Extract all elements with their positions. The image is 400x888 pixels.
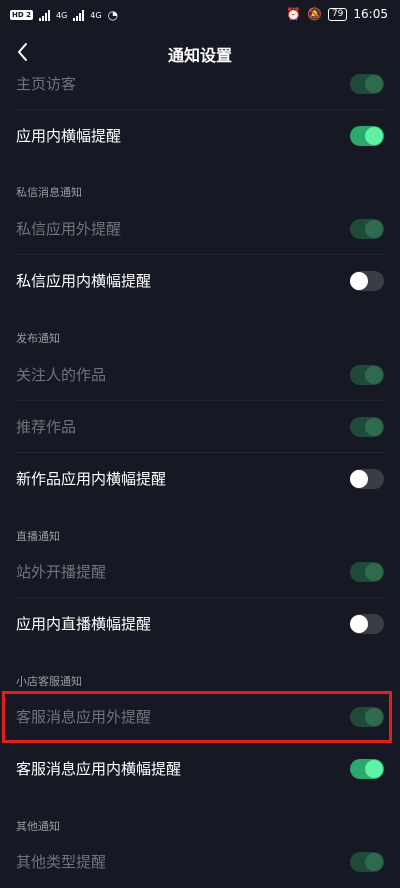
- setting-row-cs-in-app-banner: 客服消息应用内横幅提醒: [0, 743, 400, 795]
- setting-label: 私信应用外提醒: [16, 220, 122, 238]
- setting-label: 新作品应用内横幅提醒: [16, 470, 167, 488]
- section-header: 其他通知: [16, 820, 60, 833]
- setting-label: 私信应用内横幅提醒: [16, 272, 152, 290]
- setting-row-live-banner: 应用内直播横幅提醒: [0, 598, 400, 650]
- setting-row-new-works-banner: 新作品应用内横幅提醒: [0, 453, 400, 505]
- setting-label: 应用内直播横幅提醒: [16, 615, 152, 633]
- signal-icon-2: [73, 9, 85, 21]
- section-header: 小店客服通知: [16, 675, 82, 688]
- setting-label: 应用内横幅提醒: [16, 127, 122, 145]
- toggle-switch[interactable]: [350, 759, 384, 779]
- setting-label: 主页访客: [16, 75, 77, 93]
- setting-row-recommended-works: 推荐作品: [0, 401, 400, 453]
- signal-label-2: 4G: [90, 10, 102, 20]
- signal-label-1: 4G: [55, 10, 68, 20]
- toggle-switch: [350, 562, 384, 582]
- setting-row-followed-works: 关注人的作品: [0, 349, 400, 401]
- setting-label: 站外开播提醒: [16, 563, 107, 581]
- setting-row-dm-in-app-banner: 私信应用内横幅提醒: [0, 255, 400, 307]
- mute-icon: 🔕: [307, 7, 322, 21]
- toggle-switch: [350, 852, 384, 872]
- setting-label: 关注人的作品: [16, 366, 107, 384]
- status-right: ⏰ 🔕 79 16:05: [286, 7, 388, 21]
- status-bar: HD 2 4G 4G ◔ ⏰ 🔕 79 16:05: [0, 0, 400, 30]
- setting-label: 其他类型提醒: [16, 853, 107, 871]
- toggle-switch: [350, 74, 384, 94]
- status-left: HD 2 4G 4G ◔: [10, 8, 118, 22]
- section-header: 私信消息通知: [16, 186, 82, 199]
- signal-icon: [38, 9, 50, 21]
- wifi-icon: ◔: [107, 8, 119, 22]
- clock: 16:05: [353, 7, 388, 21]
- setting-row-live-start: 站外开播提醒: [0, 546, 400, 598]
- toggle-switch: [350, 365, 384, 385]
- setting-label: 推荐作品: [16, 418, 77, 436]
- setting-row-dm-out-app: 私信应用外提醒: [0, 203, 400, 255]
- toggle-switch[interactable]: [350, 126, 384, 146]
- setting-label: 客服消息应用内横幅提醒: [16, 760, 182, 778]
- toggle-switch[interactable]: [350, 614, 384, 634]
- toggle-switch[interactable]: [350, 469, 384, 489]
- alarm-icon: ⏰: [286, 7, 301, 21]
- setting-row-other-types: 其他类型提醒: [0, 836, 400, 888]
- toggle-switch[interactable]: [350, 271, 384, 291]
- battery-indicator: 79: [327, 7, 348, 21]
- section-header: 发布通知: [16, 332, 60, 345]
- section-header: 直播通知: [16, 530, 60, 543]
- setting-row-in-app-banner: 应用内横幅提醒: [0, 110, 400, 162]
- setting-row-homepage-visitors: 主页访客: [0, 58, 400, 110]
- highlight-box: [2, 691, 392, 743]
- hd-badge: HD 2: [10, 10, 33, 20]
- toggle-switch: [350, 417, 384, 437]
- toggle-switch: [350, 219, 384, 239]
